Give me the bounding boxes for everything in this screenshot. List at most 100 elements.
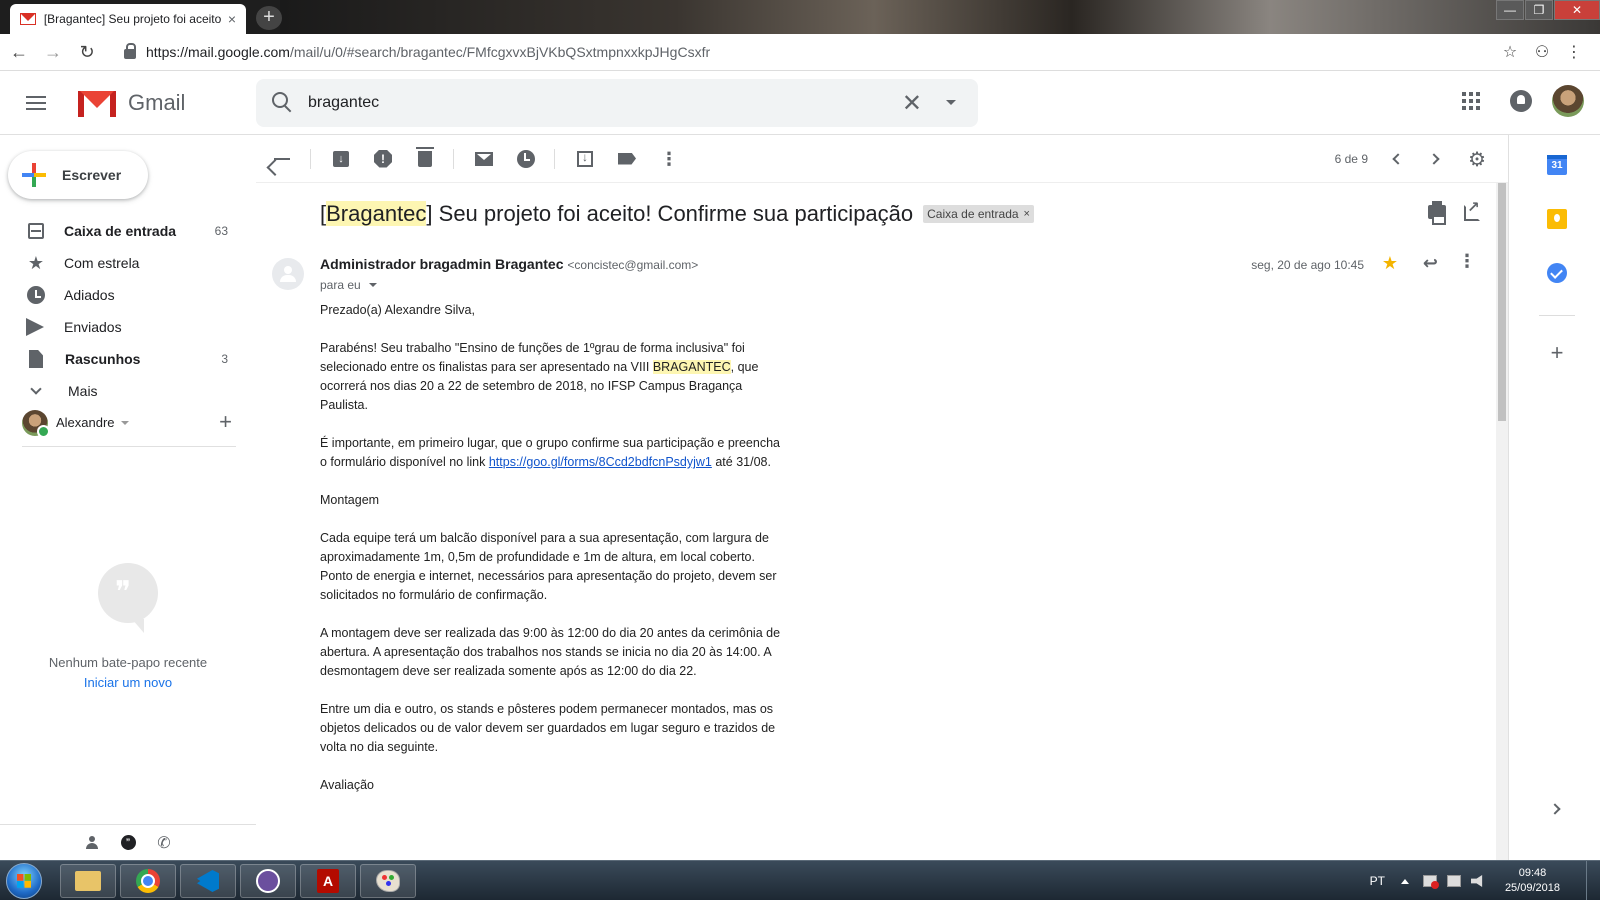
chevron-left-icon[interactable] [1392, 153, 1404, 165]
addons-panel: 31 + [1508, 135, 1600, 860]
clock-icon [517, 149, 535, 168]
archive-icon [333, 150, 349, 167]
taskbar-acrobat[interactable]: A [300, 864, 356, 898]
back-arrow-icon[interactable]: ← [4, 37, 34, 67]
account-avatar[interactable] [1552, 85, 1584, 117]
reply-icon[interactable]: ↩ [1423, 253, 1438, 274]
url-host: https://mail.google.com [146, 44, 290, 60]
hangouts-user-name[interactable]: Alexandre [56, 415, 115, 430]
windows-taskbar: A PT 09:48 25/09/2018 [0, 860, 1600, 900]
tasks-icon[interactable] [1547, 263, 1567, 283]
network-icon[interactable] [1446, 875, 1461, 887]
inbox-label-chip[interactable]: Caixa de entrada × [923, 205, 1034, 223]
tab-close-icon[interactable]: × [228, 11, 236, 27]
show-desktop-button[interactable] [1586, 861, 1600, 900]
forward-arrow-icon[interactable]: → [38, 37, 68, 67]
notifications-icon[interactable] [1510, 90, 1532, 112]
move-to-button[interactable] [565, 139, 605, 179]
sidebar-item-drafts[interactable]: Rascunhos 3 [0, 343, 250, 375]
gmail-logo-icon[interactable] [78, 89, 116, 117]
action-center-flag-icon[interactable] [1422, 875, 1439, 889]
back-arrow-icon [274, 157, 290, 160]
open-new-window-icon[interactable] [1464, 198, 1480, 221]
more-vert-icon[interactable]: ⋮ [1458, 251, 1476, 272]
sender-name[interactable]: Administrador bragadmin Bragantec [320, 256, 564, 272]
taskbar-gitkraken[interactable] [240, 864, 296, 898]
remove-label-icon[interactable]: × [1024, 208, 1030, 220]
hangouts-avatar[interactable] [22, 409, 50, 438]
new-tab-button[interactable]: + [256, 6, 282, 30]
minimize-button[interactable]: — [1496, 0, 1524, 20]
label-chip-text: Caixa de entrada [927, 207, 1019, 221]
google-apps-icon[interactable] [1462, 92, 1480, 110]
gear-icon[interactable]: ⚙ [1468, 147, 1486, 172]
start-new-chat-link[interactable]: Iniciar um novo [0, 675, 256, 690]
get-addons-plus-icon[interactable]: + [1547, 342, 1567, 364]
reload-icon[interactable]: ↻ [72, 37, 102, 67]
keep-icon[interactable] [1547, 209, 1567, 229]
system-clock[interactable]: 09:48 25/09/2018 [1505, 866, 1560, 896]
archive-button[interactable] [321, 139, 361, 179]
close-window-button[interactable]: ✕ [1554, 0, 1600, 20]
taskbar-vscode[interactable] [180, 864, 236, 898]
mail-unread-icon [475, 151, 493, 166]
section-heading: Montagem [320, 493, 380, 507]
chevron-right-icon[interactable] [1428, 153, 1440, 165]
more-actions-button[interactable]: ⋮ [649, 139, 689, 179]
recipient-line[interactable]: para eu [320, 278, 377, 292]
app-name: Gmail [128, 89, 186, 115]
labels-button[interactable] [607, 139, 647, 179]
language-indicator[interactable]: PT [1370, 874, 1385, 888]
delete-button[interactable] [405, 139, 445, 179]
star-icon[interactable]: ★ [1382, 253, 1398, 274]
form-link[interactable]: https://goo.gl/forms/8Ccd2bdfcnPsdyjw1 [489, 455, 712, 469]
hangouts-tab[interactable]: ” [110, 828, 146, 858]
volume-icon[interactable] [1470, 875, 1483, 887]
chevron-right-icon[interactable] [1549, 803, 1561, 815]
show-hidden-icons-icon[interactable] [1400, 878, 1409, 884]
search-options-icon[interactable] [946, 100, 956, 105]
main-menu-icon[interactable] [26, 95, 46, 110]
search-input[interactable] [308, 94, 868, 112]
browser-menu-icon[interactable]: ⋮ [1558, 38, 1590, 68]
taskbar-file-explorer[interactable] [60, 864, 116, 898]
sidebar-item-snoozed[interactable]: Adiados [0, 279, 250, 311]
caret-down-icon[interactable] [120, 420, 129, 425]
phone-tab[interactable]: ✆ [146, 828, 182, 858]
new-chat-plus-icon[interactable]: + [219, 409, 232, 435]
scrollbar-thumb[interactable] [1498, 183, 1506, 421]
spam-icon: ! [374, 149, 392, 168]
browser-tab[interactable]: [Bragantec] Seu projeto foi aceito! Conf… [10, 4, 246, 34]
section-heading: Avaliação [320, 778, 374, 792]
show-details-caret-icon[interactable] [368, 283, 377, 287]
search-icon[interactable] [272, 92, 294, 114]
clear-search-icon[interactable]: ✕ [902, 89, 922, 118]
folder-icon [75, 871, 101, 891]
bookmark-star-icon[interactable]: ☆ [1494, 38, 1526, 68]
phone-icon: ✆ [157, 834, 171, 852]
back-to-search-button[interactable] [262, 139, 302, 179]
sidebar-item-inbox[interactable]: Caixa de entrada 63 [0, 215, 250, 247]
compose-button[interactable]: Escrever [8, 151, 148, 199]
report-spam-button[interactable]: ! [363, 139, 403, 179]
sidebar-item-starred[interactable]: ★ Com estrela [0, 247, 250, 279]
greeting: Prezado(a) Alexandre Silva, [320, 303, 475, 317]
draft-count: 3 [221, 352, 228, 366]
snooze-button[interactable] [506, 139, 546, 179]
start-button[interactable] [6, 863, 42, 899]
gmail-header: Gmail ✕ [0, 71, 1600, 135]
mark-unread-button[interactable] [464, 139, 504, 179]
contacts-tab[interactable] [74, 828, 110, 858]
message-scrollbar[interactable] [1496, 183, 1508, 860]
print-icon[interactable] [1428, 201, 1446, 225]
incognito-icon[interactable]: ⚇ [1526, 38, 1558, 68]
sidebar-item-sent[interactable]: Enviados [0, 311, 250, 343]
calendar-icon[interactable]: 31 [1547, 155, 1567, 175]
sidebar-item-more[interactable]: Mais [0, 375, 250, 407]
taskbar-chrome[interactable] [120, 864, 176, 898]
url-field[interactable]: https://mail.google.com/mail/u/0/#search… [146, 44, 710, 60]
maximize-button[interactable]: ❐ [1525, 0, 1553, 20]
body-highlight: BRAGANTEC [652, 360, 731, 374]
send-icon [26, 318, 44, 336]
taskbar-paint[interactable] [360, 864, 416, 898]
